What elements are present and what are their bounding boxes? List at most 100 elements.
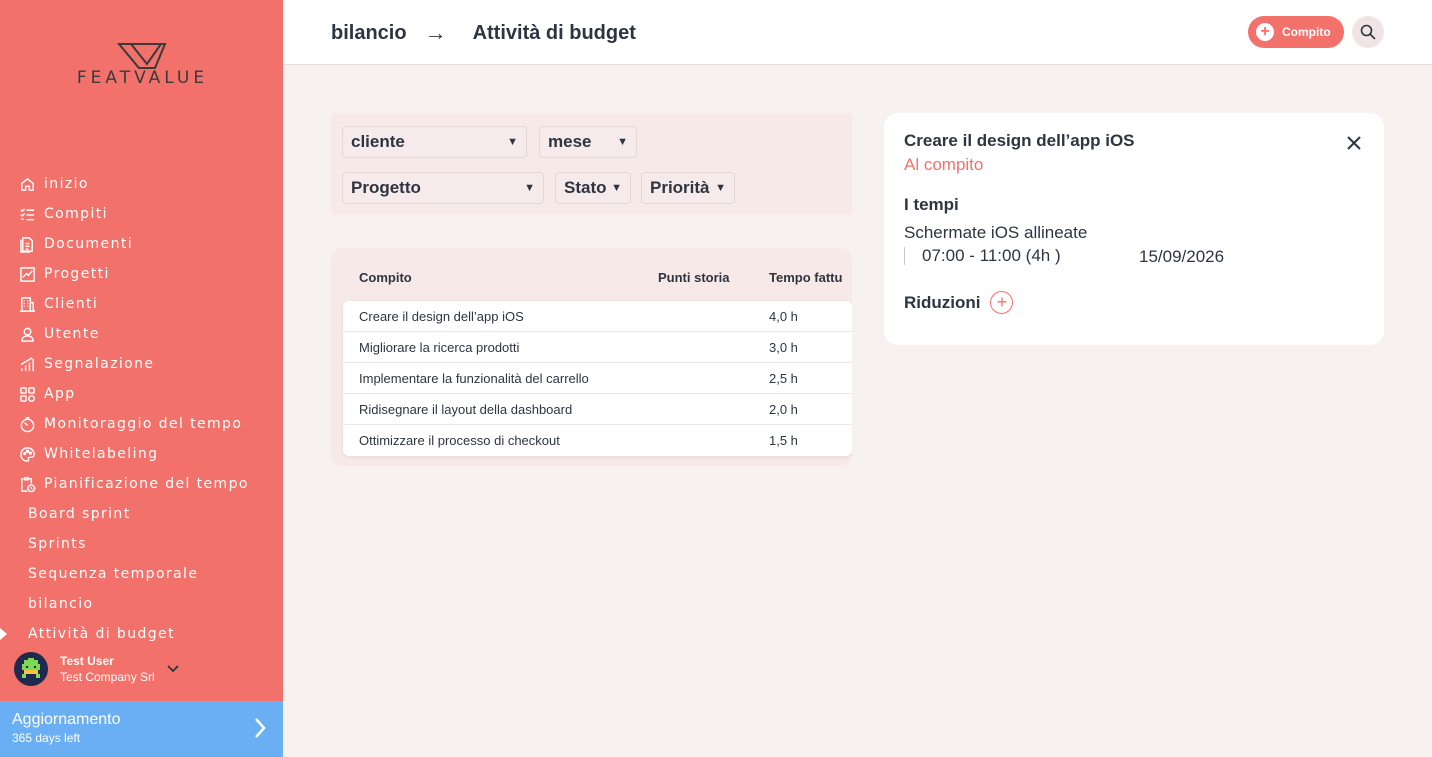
chevron-down-icon[interactable] <box>167 660 179 678</box>
clipboard-clock-icon <box>18 475 36 493</box>
task-cell: Implementare la funzionalità del carrell… <box>359 371 589 386</box>
upgrade-banner[interactable]: Aggiornamento 365 days left <box>0 701 283 757</box>
sidebar-item-compiti[interactable]: Compiti <box>0 199 283 229</box>
task-detail-panel: Creare il design dell’app iOS Al compito… <box>884 113 1384 345</box>
sidebar-item-utente[interactable]: Utente <box>0 319 283 349</box>
sidebar-item-label: Pianificazione del tempo <box>44 476 249 492</box>
column-header-billed-time[interactable]: Tempo fattu <box>769 270 842 285</box>
client-select-value: cliente <box>351 132 405 151</box>
project-select[interactable]: Progetto ▼ <box>342 172 544 204</box>
time-cell: 3,0 h <box>769 340 798 355</box>
add-reduction-button[interactable]: + <box>990 291 1014 314</box>
pixel-avatar-icon <box>22 658 40 678</box>
search-icon <box>1360 24 1376 40</box>
go-to-task-link[interactable]: Al compito <box>904 155 983 175</box>
chevron-down-icon: ▼ <box>715 182 726 194</box>
month-select-value: mese <box>548 132 592 151</box>
sidebar-item-label: Attività di budget <box>28 626 175 642</box>
sidebar-item-monitoraggio[interactable]: Monitoraggio del tempo <box>0 409 283 439</box>
chevron-right-icon <box>253 717 267 744</box>
table-row[interactable]: Creare il design dell’app iOS 4,0 h <box>343 301 852 332</box>
sidebar-item-label: Segnalazione <box>44 356 155 372</box>
table-row[interactable]: Implementare la funzionalità del carrell… <box>343 363 852 394</box>
table-row[interactable]: Ottimizzare il processo di checkout 1,5 … <box>343 425 852 456</box>
sidebar-item-inizio[interactable]: inizio <box>0 169 283 199</box>
sidebar-item-label: App <box>44 386 76 402</box>
chevron-down-icon: ▼ <box>611 182 622 194</box>
building-icon <box>18 295 36 313</box>
plus-icon: + <box>1256 23 1274 41</box>
reductions-row: Riduzioni + <box>904 291 1014 314</box>
chevron-down-icon: ▼ <box>524 182 535 194</box>
budget-tasks-table: Compito Punti storia Tempo fattu Creare … <box>331 248 852 466</box>
upgrade-days-left: 365 days left <box>12 731 81 745</box>
sidebar-item-progetti[interactable]: Progetti <box>0 259 283 289</box>
sidebar-item-label: inizio <box>44 176 89 192</box>
arrow-right-icon: → <box>424 20 447 45</box>
avatar <box>14 652 48 686</box>
user-menu[interactable]: Test User Test Company Srl <box>14 651 274 687</box>
breadcrumb-parent[interactable]: bilancio <box>331 22 407 45</box>
sidebar-item-whitelabeling[interactable]: Whitelabeling <box>0 439 283 469</box>
client-select[interactable]: cliente ▼ <box>342 126 527 158</box>
add-task-label: Compito <box>1282 25 1331 39</box>
task-cell: Ridisegnare il layout della dashboard <box>359 402 573 417</box>
sidebar-item-label: bilancio <box>28 596 94 612</box>
sidebar-item-documenti[interactable]: Documenti <box>0 229 283 259</box>
chevron-down-icon: ▼ <box>617 136 628 148</box>
table-row[interactable]: Migliorare la ricerca prodotti 3,0 h <box>343 332 852 363</box>
sidebar-item-label: Board sprint <box>28 506 131 522</box>
sidebar-item-attivita-di-budget[interactable]: Attività di budget <box>0 619 283 649</box>
priority-select[interactable]: Priorità ▼ <box>641 172 735 204</box>
time-entry-date: 15/09/2026 <box>1139 247 1225 266</box>
user-icon <box>18 325 36 343</box>
month-select[interactable]: mese ▼ <box>539 126 637 158</box>
column-header-task[interactable]: Compito <box>359 270 412 285</box>
upgrade-title: Aggiornamento <box>12 711 121 728</box>
sidebar-item-label: Whitelabeling <box>44 446 159 462</box>
sidebar-item-clienti[interactable]: Clienti <box>0 289 283 319</box>
task-cell: Ottimizzare il processo di checkout <box>359 433 560 448</box>
logo[interactable]: FEATVALUE <box>55 38 230 98</box>
sidebar-item-app[interactable]: App <box>0 379 283 409</box>
sidebar-item-segnalazione[interactable]: Segnalazione <box>0 349 283 379</box>
table-row[interactable]: Ridisegnare il layout della dashboard 2,… <box>343 394 852 425</box>
filters-panel: cliente ▼ mese ▼ Progetto ▼ Stato ▼ Prio… <box>331 113 852 215</box>
breadcrumb: bilancio → Attività di budget <box>331 20 636 46</box>
status-select[interactable]: Stato ▼ <box>555 172 631 204</box>
table-body: Creare il design dell’app iOS 4,0 h Migl… <box>343 301 852 456</box>
search-button[interactable] <box>1352 16 1384 48</box>
sidebar-item-pianificazione[interactable]: Pianificazione del tempo <box>0 469 283 499</box>
sidebar-item-label: Documenti <box>44 236 134 252</box>
sidebar-item-bilancio[interactable]: bilancio <box>0 589 283 619</box>
sidebar-item-board-sprint[interactable]: Board sprint <box>0 499 283 529</box>
status-select-value: Stato <box>564 178 607 197</box>
priority-select-value: Priorità <box>650 178 710 197</box>
palette-icon <box>18 445 36 463</box>
add-task-button[interactable]: + Compito <box>1248 16 1344 48</box>
home-icon <box>18 175 36 193</box>
stopwatch-icon <box>18 415 36 433</box>
times-heading: I tempi <box>904 195 959 214</box>
user-company: Test Company Srl <box>60 670 155 684</box>
document-icon <box>18 235 36 253</box>
sidebar-item-label: Progetti <box>44 266 110 282</box>
user-info: Test User Test Company Srl <box>60 654 155 684</box>
featvalue-logo-icon <box>117 43 167 69</box>
time-cell: 2,5 h <box>769 371 798 386</box>
task-cell: Creare il design dell’app iOS <box>359 309 524 324</box>
time-cell: 1,5 h <box>769 433 798 448</box>
time-entry-name: Schermate iOS allineate <box>904 223 1088 242</box>
bars-icon <box>18 355 36 373</box>
time-cell: 2,0 h <box>769 402 798 417</box>
sidebar-item-sequenza-temporale[interactable]: Sequenza temporale <box>0 559 283 589</box>
sidebar-item-label: Compiti <box>44 206 108 222</box>
sidebar-item-sprints[interactable]: Sprints <box>0 529 283 559</box>
detail-title: Creare il design dell’app iOS <box>904 131 1135 150</box>
sidebar-item-label: Monitoraggio del tempo <box>44 416 243 432</box>
top-header: bilancio → Attività di budget + Compito <box>283 0 1432 65</box>
column-header-story-points[interactable]: Punti storia <box>658 270 730 285</box>
chart-icon <box>18 265 36 283</box>
close-icon[interactable] <box>1346 135 1362 156</box>
sidebar: FEATVALUE inizio Compiti Documenti Proge… <box>0 0 283 757</box>
